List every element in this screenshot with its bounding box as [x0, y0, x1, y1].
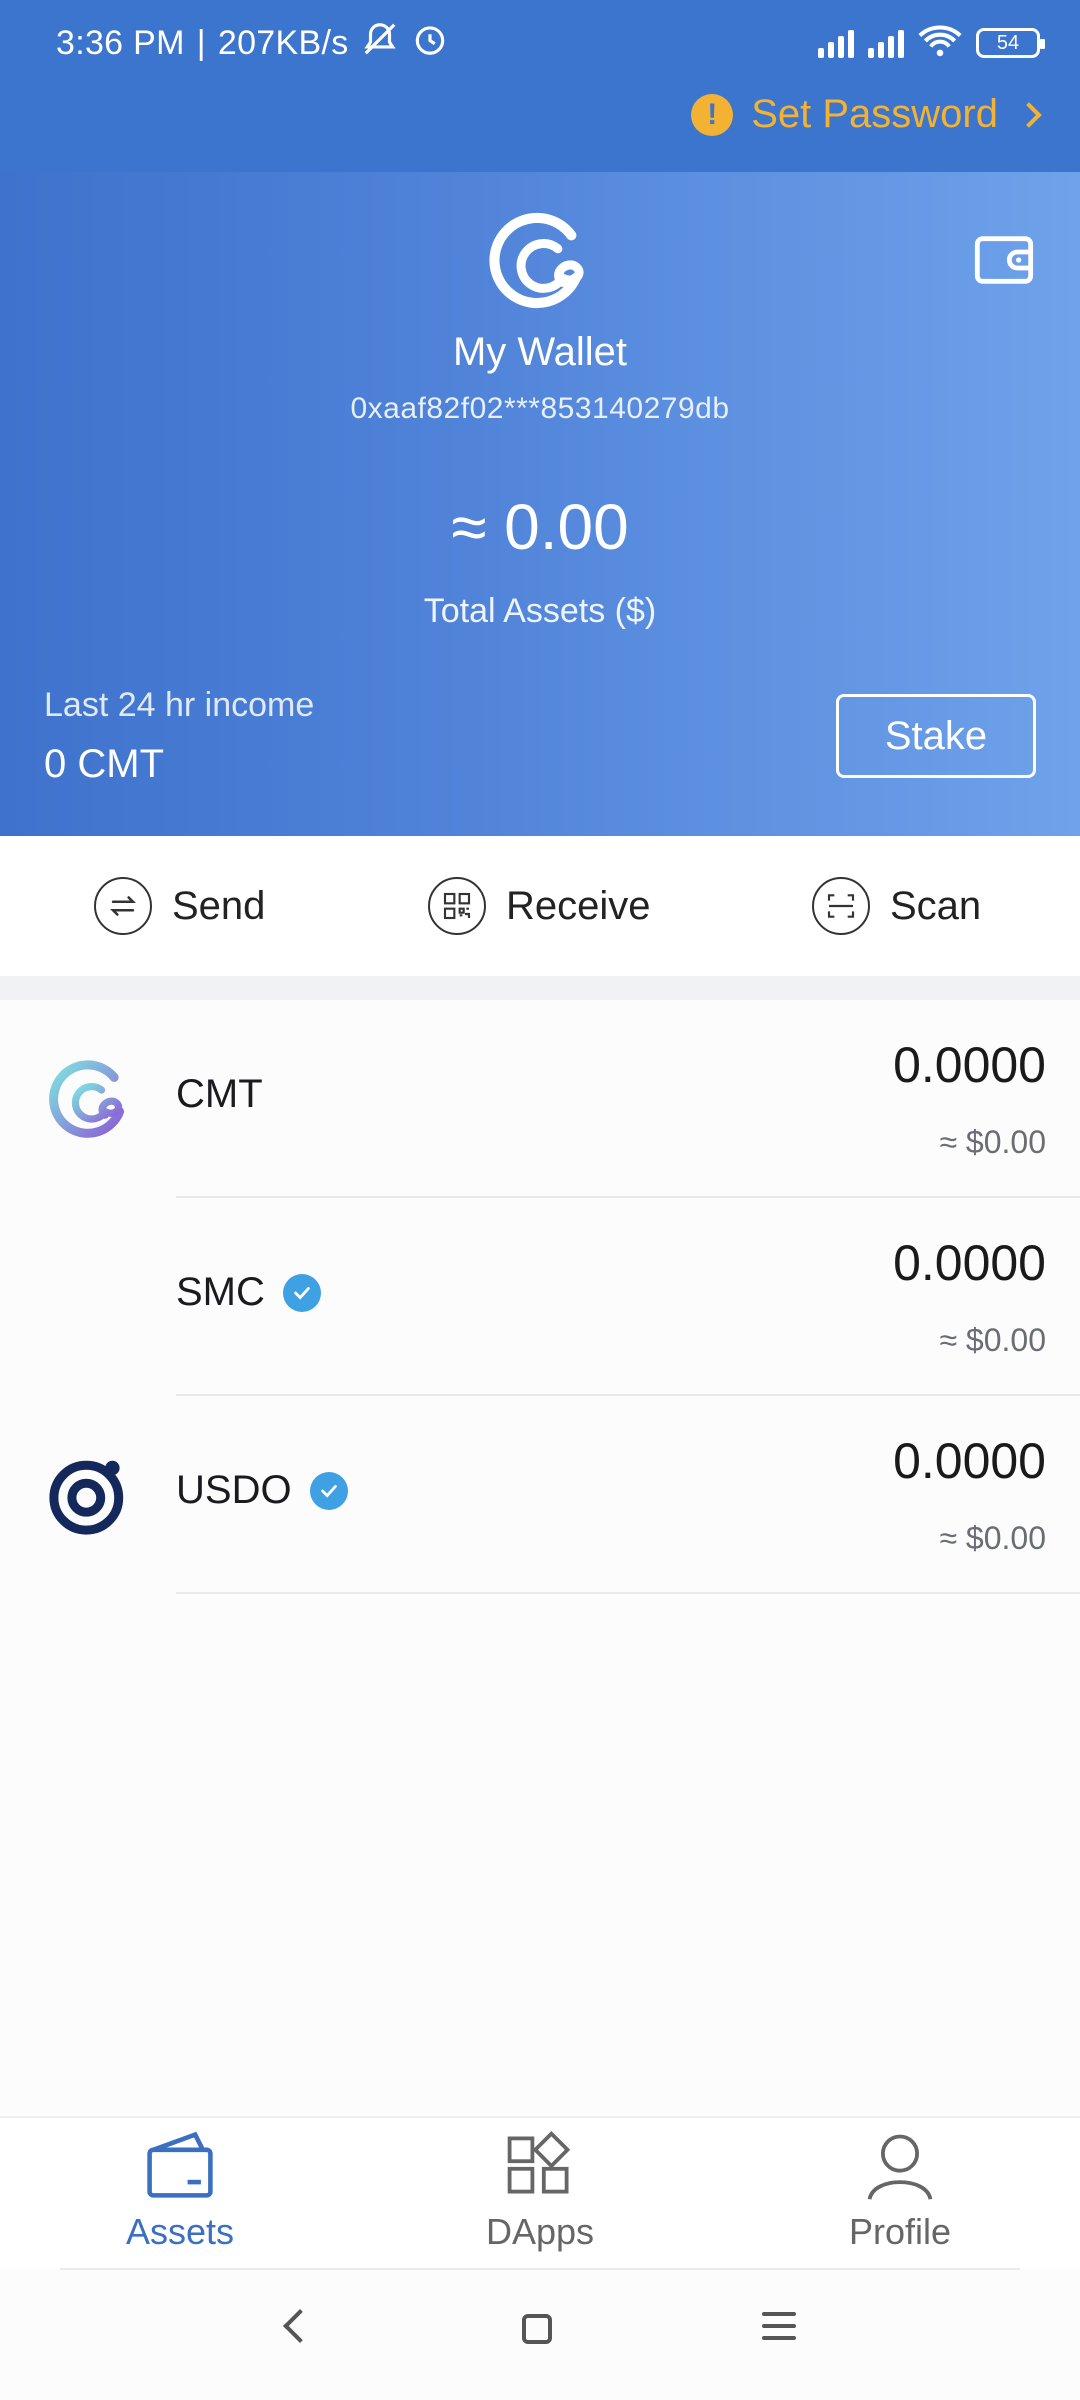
- usdo-token-icon: [49, 1460, 124, 1535]
- qr-code-icon: [428, 877, 486, 935]
- token-symbol-text: SMC: [176, 1270, 265, 1314]
- nav-divider: [60, 2268, 1020, 2270]
- section-divider: [0, 976, 1080, 1000]
- token-fiat-value: ≈ $0.00: [939, 1124, 1046, 1160]
- token-symbol: SMC: [176, 1270, 321, 1315]
- receive-label: Receive: [506, 883, 651, 928]
- status-network-speed: 207KB/s: [217, 23, 349, 62]
- battery-level: 54: [996, 31, 1020, 54]
- scan-label: Scan: [890, 883, 982, 928]
- set-password-link[interactable]: ! Set Password: [691, 92, 1042, 137]
- user-icon: [867, 2134, 933, 2200]
- alarm-icon: [411, 20, 449, 67]
- token-amount: 0.0000: [893, 1037, 1046, 1093]
- battery-icon: 54: [976, 28, 1045, 58]
- top-bar: 3:36 PM | 207KB/s 54 ! Set Password: [0, 0, 1080, 172]
- token-row-usdo[interactable]: USDO 0.0000 ≈ $0.00: [0, 1396, 1080, 1594]
- stake-button[interactable]: Stake: [836, 694, 1036, 778]
- nav-profile-label: Profile: [848, 2211, 952, 2252]
- scan-button[interactable]: Scan: [812, 877, 981, 935]
- signal-icon-2: [868, 28, 904, 58]
- nav-assets[interactable]: Assets: [80, 2130, 280, 2253]
- wallet-switch-icon[interactable]: [972, 228, 1036, 292]
- token-fiat-value: ≈ $0.00: [939, 1520, 1046, 1556]
- home-icon[interactable]: [522, 2314, 552, 2344]
- wifi-icon: [918, 24, 962, 63]
- token-row-smc[interactable]: SMC 0.0000 ≈ $0.00: [0, 1198, 1080, 1396]
- mute-icon: [361, 20, 399, 67]
- set-password-label: Set Password: [751, 92, 998, 136]
- warning-icon: !: [691, 93, 734, 136]
- token-symbol: USDO: [176, 1468, 348, 1513]
- apps-grid-icon: [507, 2130, 571, 2194]
- token-fiat-value: ≈ $0.00: [939, 1322, 1046, 1358]
- receive-button[interactable]: Receive: [428, 877, 651, 935]
- send-label: Send: [172, 883, 266, 928]
- token-symbol-text: USDO: [176, 1468, 292, 1512]
- income-value: 0 CMT: [44, 742, 164, 786]
- nav-dapps[interactable]: DApps: [440, 2130, 640, 2253]
- token-symbol: CMT: [176, 1072, 263, 1117]
- cmt-token-icon: [49, 1060, 125, 1138]
- back-icon[interactable]: [283, 2309, 317, 2343]
- wallet-address[interactable]: 0xaaf82f02***853140279db: [0, 392, 1080, 426]
- wallet-name: My Wallet: [452, 330, 628, 374]
- status-separator: |: [196, 23, 206, 62]
- chevron-right-icon: [1016, 101, 1042, 128]
- token-amount: 0.0000: [893, 1433, 1046, 1489]
- signal-icon: [818, 28, 854, 58]
- wallet-header: My Wallet 0xaaf82f02***853140279db ≈ 0.0…: [0, 172, 1080, 836]
- send-button[interactable]: Send: [94, 877, 265, 935]
- scan-icon: [812, 877, 870, 935]
- nav-profile[interactable]: Profile: [800, 2130, 1000, 2253]
- menu-icon[interactable]: [762, 2312, 796, 2348]
- row-divider: [176, 1592, 1080, 1594]
- nav-dapps-label: DApps: [485, 2211, 595, 2252]
- wallet-icon: [147, 2131, 213, 2198]
- token-amount: 0.0000: [893, 1235, 1046, 1291]
- token-symbol-text: CMT: [176, 1072, 263, 1116]
- system-nav-bar: [0, 2290, 1080, 2380]
- action-row: Send Receive Scan: [0, 836, 1080, 976]
- total-assets-label: Total Assets ($): [423, 592, 657, 630]
- verified-check-icon: [309, 1471, 348, 1510]
- token-row-cmt[interactable]: CMT 0.0000 ≈ $0.00: [0, 1000, 1080, 1198]
- total-assets-value: ≈ 0.00: [451, 491, 629, 563]
- bottom-nav: Assets DApps Profile: [0, 2116, 1080, 2268]
- swap-icon: [94, 877, 152, 935]
- status-bar: 3:36 PM | 207KB/s 54: [56, 18, 1045, 68]
- income-label: Last 24 hr income: [44, 686, 315, 724]
- status-time: 3:36 PM: [56, 23, 185, 62]
- cmt-logo-icon: [489, 212, 584, 309]
- nav-assets-label: Assets: [125, 2211, 235, 2252]
- verified-check-icon: [282, 1273, 321, 1312]
